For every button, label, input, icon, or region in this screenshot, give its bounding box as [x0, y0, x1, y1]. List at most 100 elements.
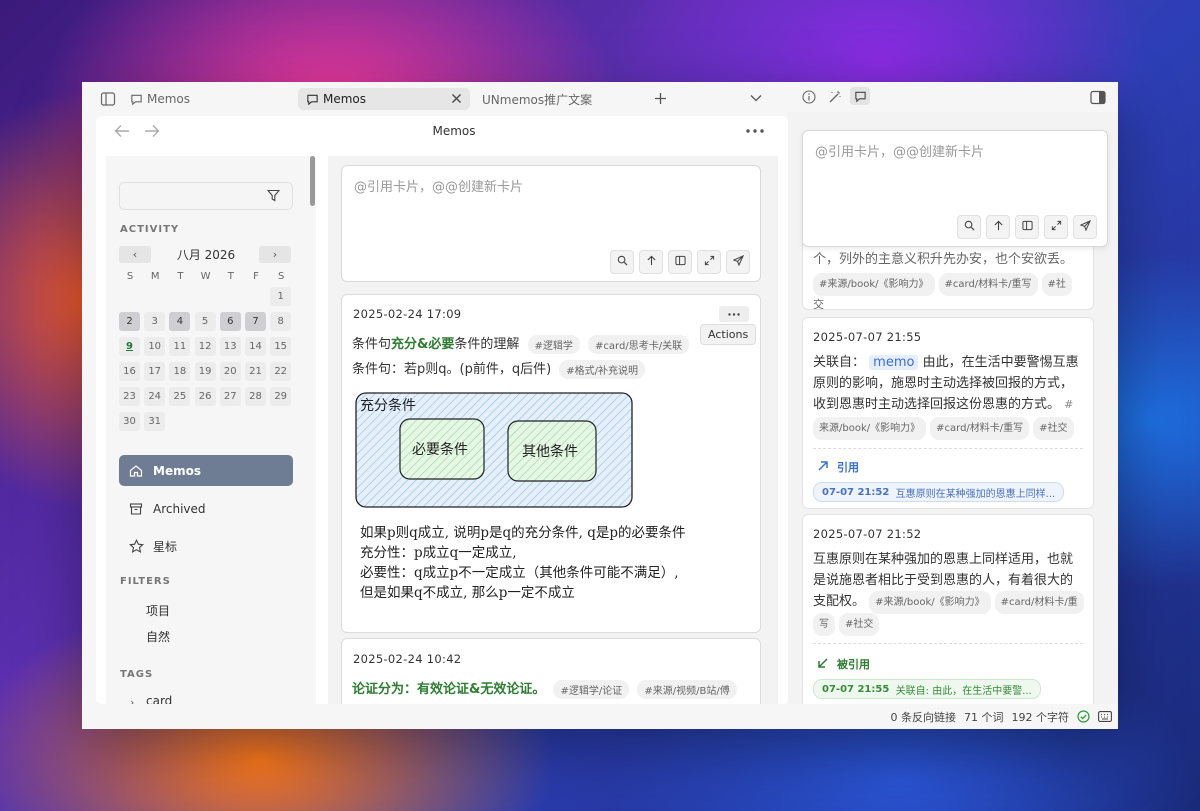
- calendar-day[interactable]: 25: [169, 387, 191, 406]
- expand-button[interactable]: [1044, 215, 1068, 239]
- magic-wand-icon[interactable]: [828, 90, 842, 104]
- memo-tag[interactable]: #格式/补充说明: [559, 360, 646, 379]
- tag-item[interactable]: card: [146, 694, 172, 704]
- memo-editor[interactable]: @引用卡片，@@创建新卡片: [341, 165, 761, 282]
- search-button[interactable]: [610, 250, 634, 274]
- filter-item[interactable]: 自然: [146, 628, 170, 645]
- search-input[interactable]: [119, 182, 293, 210]
- send-button[interactable]: [1073, 215, 1097, 239]
- memo-tag[interactable]: #来源/book/《影响力》: [869, 591, 991, 614]
- calendar-day[interactable]: 15: [270, 337, 292, 356]
- quick-memo-editor[interactable]: @引用卡片，@@创建新卡片: [802, 130, 1108, 247]
- calendar-prev-button[interactable]: ‹: [119, 246, 151, 263]
- split-view-button[interactable]: [668, 250, 692, 274]
- chevron-down-icon[interactable]: [750, 94, 762, 102]
- filter-icon[interactable]: [267, 189, 280, 202]
- calendar-day[interactable]: 22: [270, 362, 292, 381]
- tab-memos-pinned[interactable]: Memos: [130, 88, 190, 110]
- calendar-day[interactable]: 13: [219, 337, 241, 356]
- info-icon[interactable]: [802, 90, 816, 104]
- calendar-day[interactable]: 7: [245, 312, 266, 331]
- calendar-day[interactable]: 4: [169, 312, 191, 331]
- calendar-day[interactable]: 29: [270, 387, 292, 406]
- memo-text-line: 由此，在生活中要警惕互惠: [918, 355, 1079, 370]
- memo-tag[interactable]: #card/材料卡/重: [994, 591, 1084, 614]
- calendar-day[interactable]: 19: [194, 362, 216, 381]
- calendar-day[interactable]: 12: [194, 337, 216, 356]
- memo-link[interactable]: memo: [869, 355, 919, 370]
- memo-tag[interactable]: #社交: [1033, 417, 1074, 440]
- chevron-right-icon[interactable]: ›: [130, 696, 134, 704]
- tab-memos-active[interactable]: Memos: [298, 88, 470, 110]
- calendar-day[interactable]: 18: [169, 362, 191, 381]
- calendar-day[interactable]: 16: [119, 362, 140, 381]
- calendar-day[interactable]: 24: [144, 387, 166, 406]
- arrow-down-left-icon: [817, 657, 829, 672]
- send-button[interactable]: [726, 250, 750, 274]
- calendar-next-button[interactable]: ›: [259, 246, 291, 263]
- calendar-day[interactable]: 5: [194, 312, 216, 331]
- calendar-day[interactable]: 30: [119, 412, 140, 431]
- calendar-day[interactable]: 31: [144, 412, 166, 431]
- memo-card[interactable]: 2025-02-24 10:42 论证分为：有效论证&无效论证。 #逻辑学/论证…: [341, 638, 761, 704]
- nav-memos[interactable]: Memos: [119, 455, 293, 486]
- keyboard-icon[interactable]: [1098, 711, 1112, 722]
- calendar-day[interactable]: 11: [169, 337, 191, 356]
- calendar-day[interactable]: 9: [119, 337, 140, 356]
- memo-card[interactable]: 2025-02-24 17:09 条件句充分&必要条件的理解 #逻辑学 #car…: [341, 294, 761, 633]
- memo-tag[interactable]: #来源/视频/B站/傅: [637, 680, 737, 699]
- editor-placeholder: @引用卡片，@@创建新卡片: [815, 145, 985, 160]
- calendar-day[interactable]: 10: [144, 337, 166, 356]
- calendar-weekday: T: [227, 271, 234, 282]
- memo-card[interactable]: 2025-07-07 21:55 关联自： memo 由此，在生活中要警惕互惠 …: [802, 317, 1094, 509]
- calendar-day[interactable]: 17: [144, 362, 166, 381]
- backlink-pill[interactable]: 07-07 21:55 关联自: 由此，在生活中要警...: [813, 679, 1041, 699]
- search-button[interactable]: [957, 215, 981, 239]
- calendar-day[interactable]: 28: [245, 387, 266, 406]
- memo-tag[interactable]: #逻辑学: [527, 335, 580, 354]
- right-sidebar-toggle-icon[interactable]: [1090, 90, 1106, 105]
- memo-tag[interactable]: #逻辑学/论证: [553, 680, 630, 699]
- star-icon: [119, 539, 153, 554]
- close-icon[interactable]: [451, 93, 462, 104]
- sidebar-toggle-icon[interactable]: [100, 91, 116, 107]
- comment-icon[interactable]: [850, 87, 870, 105]
- memo-tag[interactable]: 来源/book/《影响力》: [813, 417, 927, 440]
- memo-tag[interactable]: #社: [1041, 273, 1072, 296]
- view-header: Memos: [96, 116, 788, 146]
- upload-button[interactable]: [986, 215, 1010, 239]
- calendar-day[interactable]: 8: [270, 312, 292, 331]
- calendar-day[interactable]: 21: [245, 362, 266, 381]
- memo-tag[interactable]: #来源/book/《影响力》: [813, 273, 935, 296]
- nav-starred[interactable]: 星标: [119, 531, 293, 562]
- memo-tag[interactable]: #社交: [839, 613, 880, 636]
- upload-button[interactable]: [639, 250, 663, 274]
- split-view-button[interactable]: [1015, 215, 1039, 239]
- more-options-icon[interactable]: [719, 306, 749, 322]
- memo-tag[interactable]: #card/材料卡/重写: [938, 273, 1038, 296]
- tab-unmemos[interactable]: UNmemos推广文案: [482, 88, 592, 110]
- memo-tag[interactable]: 写: [813, 613, 835, 636]
- memo-card[interactable]: 2025-07-07 21:52 互惠原则在某种强加的恩惠上同样适用，也就 是说…: [802, 514, 1094, 704]
- nav-archived[interactable]: Archived: [119, 493, 293, 524]
- calendar-day[interactable]: 27: [219, 387, 241, 406]
- calendar-day[interactable]: 3: [144, 312, 166, 331]
- memo-tag[interactable]: #card/材料卡/重写: [930, 417, 1030, 440]
- check-circle-icon[interactable]: [1077, 710, 1090, 723]
- sidebar-scrollbar[interactable]: [310, 156, 315, 206]
- calendar-day[interactable]: 20: [219, 362, 241, 381]
- calendar-day[interactable]: 26: [194, 387, 216, 406]
- new-tab-icon[interactable]: [654, 92, 667, 105]
- calendar-day[interactable]: 14: [245, 337, 266, 356]
- calendar-day[interactable]: 1: [270, 287, 292, 306]
- more-options-icon[interactable]: [746, 129, 764, 133]
- filter-item[interactable]: 项目: [146, 602, 170, 619]
- calendar-day[interactable]: 2: [119, 312, 140, 331]
- calendar-day[interactable]: 6: [219, 312, 241, 331]
- memo-tag[interactable]: #card/思考卡/关联: [588, 335, 690, 354]
- arrow-up-right-icon: [817, 460, 829, 475]
- expand-button[interactable]: [697, 250, 721, 274]
- word-count: 71 个词: [964, 710, 1004, 724]
- calendar-day[interactable]: 23: [119, 387, 140, 406]
- reference-pill[interactable]: 07-07 21:52 互惠原则在某种强加的恩惠上同样...: [813, 482, 1065, 502]
